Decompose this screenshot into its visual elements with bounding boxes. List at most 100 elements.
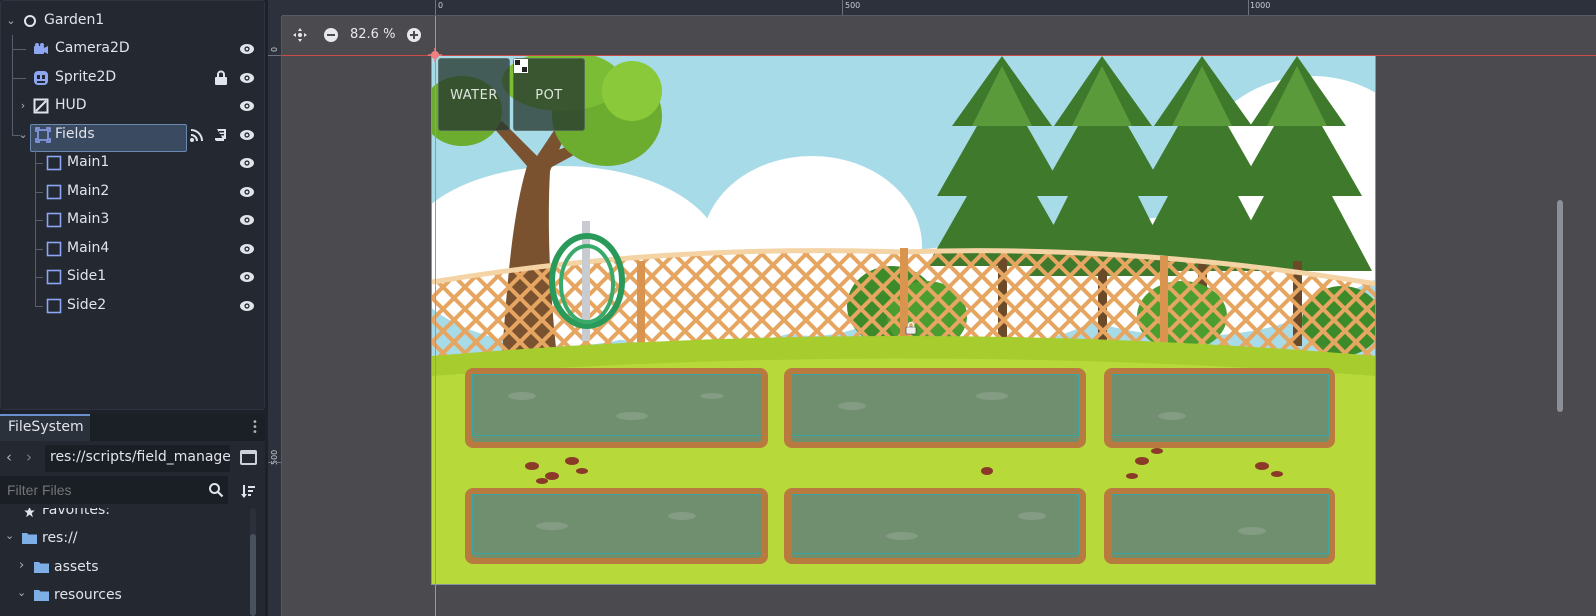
eye-icon[interactable] (239, 186, 255, 198)
tree-item-main4[interactable]: Main4 (1, 235, 266, 263)
path-field[interactable]: res://scripts/field_manage (45, 445, 230, 472)
eye-icon[interactable] (239, 300, 255, 312)
water-button[interactable]: WATER (438, 58, 510, 131)
chevron-down-icon[interactable]: ⌄ (5, 15, 17, 27)
ruler-corner (268, 0, 282, 16)
tree-item-label: Main2 (67, 183, 110, 199)
path-row: ‹ › res://scripts/field_manage (0, 443, 265, 473)
ruler-label: 0 (438, 1, 444, 10)
tree-item-label: Camera2D (55, 40, 130, 56)
tree-item-label: Sprite2D (55, 69, 117, 85)
ruler-horizontal[interactable]: 0 500 1000 (268, 0, 1596, 16)
filesystem-tabbar: FileSystem • • • (0, 414, 265, 441)
chevron-right-icon[interactable]: › (17, 100, 29, 112)
ruler-tick (268, 462, 281, 463)
ruler-vertical[interactable]: 0 500 (268, 0, 282, 616)
eye-icon[interactable] (239, 214, 255, 226)
ruler-label: 0 (270, 46, 279, 52)
field-main3-rect[interactable] (472, 494, 762, 554)
tree-item-label: Side1 (67, 268, 107, 284)
folder-resources[interactable]: ⌄ resources (0, 581, 250, 609)
tree-item-main1[interactable]: Main1 (1, 149, 266, 177)
area-icon (46, 269, 62, 285)
lock-icon[interactable] (213, 70, 229, 86)
file-item-label: res:// (42, 530, 78, 546)
field-side2-rect[interactable] (1111, 494, 1329, 554)
field-side1-rect[interactable] (1111, 374, 1329, 436)
checker-icon (514, 59, 528, 73)
eye-icon[interactable] (239, 72, 255, 84)
area-icon (46, 298, 62, 314)
node-circle-icon (24, 15, 36, 27)
field-main2-rect[interactable] (791, 374, 1079, 436)
tree-item-side1[interactable]: Side1 (1, 263, 266, 291)
tree-item-sprite2d[interactable]: Sprite2D (1, 64, 266, 92)
tree-item-label: HUD (55, 97, 87, 113)
file-item-label: Favorites: (42, 508, 110, 518)
tree-item-hud[interactable]: › HUD (1, 92, 266, 120)
tree-item-camera2d[interactable]: Camera2D (1, 35, 266, 63)
file-tree: Favorites: ⌄ res:// › assets ⌄ resources (0, 508, 258, 616)
tree-item-main2[interactable]: Main2 (1, 178, 266, 206)
star-icon (24, 508, 35, 518)
scene-tree-panel: ⌄ Garden1 Camera2D Sprite2D › HUD ⌄ Fiel… (0, 0, 265, 410)
scrollbar-thumb[interactable] (250, 534, 256, 616)
tree-item-main3[interactable]: Main3 (1, 206, 266, 234)
chevron-right-icon[interactable]: › (19, 558, 24, 573)
favorites-item[interactable]: Favorites: (0, 508, 250, 524)
area-icon (46, 241, 62, 257)
ruler-label: 1000 (1250, 1, 1271, 10)
eye-icon[interactable] (239, 43, 255, 55)
folder-assets[interactable]: › assets (0, 553, 250, 581)
more-options-icon[interactable]: • • • (252, 418, 258, 438)
filesystem-panel: FileSystem • • • ‹ › res://scripts/field_m… (0, 414, 265, 616)
eye-icon[interactable] (239, 157, 255, 169)
tree-item-label: Main4 (67, 240, 110, 256)
ruler-label: 500 (845, 1, 861, 10)
search-icon (209, 483, 224, 498)
signal-icon[interactable] (189, 127, 205, 143)
folder-icon (34, 590, 49, 601)
split-view-icon[interactable] (240, 450, 257, 465)
canvas-guide-vertical (435, 16, 436, 616)
chevron-down-icon[interactable]: ⌄ (17, 129, 29, 141)
tree-item-label: Side2 (67, 297, 107, 313)
godot-editor: ⌄ Garden1 Camera2D Sprite2D › HUD ⌄ Fiel… (0, 0, 1596, 616)
chevron-down-icon[interactable]: ⌄ (17, 586, 26, 599)
tree-item-label: Fields (55, 126, 95, 142)
field-main1-rect[interactable] (472, 374, 762, 436)
tree-item-garden1[interactable]: ⌄ Garden1 (1, 7, 266, 35)
zoom-out-icon[interactable] (323, 27, 339, 43)
scene-canvas[interactable]: WATER POT (431, 55, 1376, 585)
ruler-tick (842, 0, 843, 15)
zoom-level[interactable]: 82.6 % (350, 27, 395, 42)
lock-icon (905, 321, 917, 335)
eye-icon[interactable] (239, 243, 255, 255)
tree-item-label: Main3 (67, 211, 110, 227)
filter-files-input[interactable] (0, 476, 228, 504)
center-view-icon[interactable] (292, 27, 308, 43)
zoom-in-icon[interactable] (406, 27, 422, 43)
script-icon[interactable] (213, 127, 229, 143)
sprite-icon (34, 71, 48, 85)
folder-res[interactable]: ⌄ res:// (0, 524, 250, 552)
origin-marker-icon (428, 48, 442, 62)
sort-icon[interactable] (240, 483, 256, 499)
field-main4-rect[interactable] (791, 494, 1079, 554)
eye-icon[interactable] (239, 100, 255, 112)
tree-item-side2[interactable]: Side2 (1, 292, 266, 320)
chevron-down-icon[interactable]: ⌄ (5, 529, 14, 542)
back-arrow-icon[interactable]: ‹ (6, 450, 12, 465)
forward-arrow-icon[interactable]: › (26, 450, 32, 465)
tab-filesystem[interactable]: FileSystem (0, 414, 90, 441)
eye-icon[interactable] (239, 129, 255, 141)
area-icon (46, 212, 62, 228)
tree-item-fields[interactable]: ⌄ Fields (1, 121, 266, 149)
canvas-viewport[interactable]: WATER POT 0 500 1000 0 500 82.6 % (268, 0, 1596, 616)
eye-icon[interactable] (239, 271, 255, 283)
viewport-scrollbar[interactable] (1557, 200, 1563, 412)
canvas-layer-icon (33, 98, 49, 114)
folder-icon (22, 533, 37, 544)
node2d-icon (35, 127, 51, 143)
ruler-tick (1248, 0, 1249, 15)
